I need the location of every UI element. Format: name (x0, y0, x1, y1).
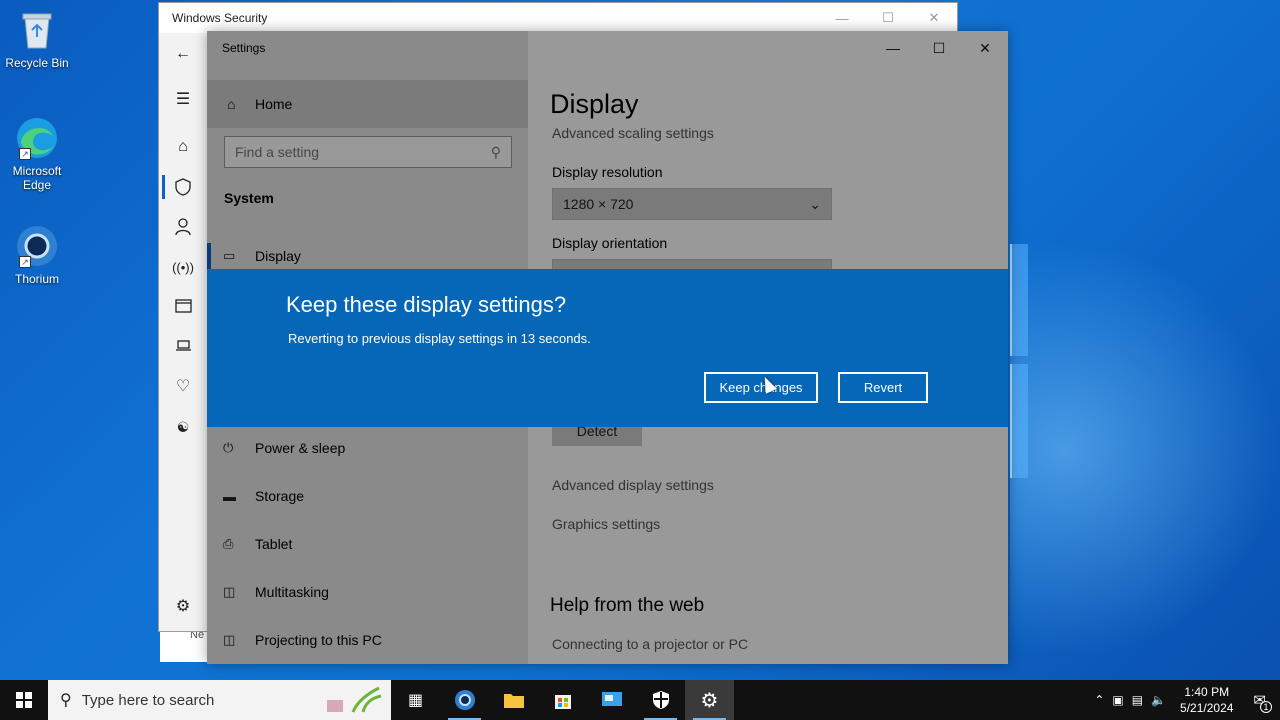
edge-icon: ↗ (15, 116, 59, 160)
remote-desktop-icon[interactable] (587, 680, 636, 720)
recycle-bin-icon (15, 8, 59, 52)
chevron-up-icon[interactable]: ⌃ (1090, 693, 1108, 707)
person-icon[interactable] (159, 210, 207, 244)
desktop-icon-thorium[interactable]: ↗ Thorium (1, 224, 73, 286)
heart-icon[interactable]: ♡ (159, 369, 207, 403)
thorium-icon[interactable] (440, 680, 489, 720)
laptop-icon[interactable] (159, 329, 207, 363)
search-icon: ⚲ (60, 692, 72, 709)
desktop-icon-label: Recycle Bin (5, 56, 69, 70)
settings-icon[interactable]: ⚙ (685, 680, 734, 720)
dialog-message: Reverting to previous display settings i… (288, 331, 591, 346)
shortcut-arrow-icon: ↗ (19, 256, 31, 268)
shortcut-arrow-icon: ↗ (19, 148, 31, 160)
clock-time: 1:40 PM (1184, 685, 1230, 699)
notification-center-icon[interactable]: ✉ 1 (1243, 691, 1280, 713)
windows-logo-icon (16, 692, 32, 708)
wireless-icon[interactable]: ((•)) (159, 250, 207, 284)
keep-changes-button[interactable]: Keep changes (704, 372, 818, 403)
home-icon[interactable]: ⌂ (159, 130, 207, 164)
keep-settings-dialog: Keep these display settings? Reverting t… (207, 269, 1008, 427)
app-browser-icon[interactable] (159, 289, 207, 323)
start-button[interactable] (0, 680, 48, 720)
file-explorer-icon[interactable] (489, 680, 538, 720)
desktop-icon-label: Microsoft Edge (12, 164, 62, 192)
wallpaper-logo-pane-bottom (1010, 364, 1028, 478)
taskbar-search-box[interactable]: ⚲ Type here to search (48, 680, 391, 720)
family-icon[interactable]: ☯ (159, 410, 207, 444)
minimize-button[interactable]: — (819, 3, 865, 33)
clock-date: 5/21/2024 (1180, 701, 1234, 715)
dialog-title: Keep these display settings? (286, 292, 567, 317)
meet-now-icon[interactable]: ▣ (1108, 693, 1127, 707)
security-nav-rail: ← ☰ ⌂ ((•)) ♡ ☯ ⚙ (159, 33, 207, 631)
thorium-icon: ↗ (15, 224, 59, 268)
task-view-icon[interactable]: ▦ (391, 680, 440, 720)
back-arrow-icon[interactable]: ← (159, 37, 207, 71)
windows-security-icon[interactable] (636, 680, 685, 720)
desktop-icon-edge[interactable]: ↗ Microsoft Edge (1, 116, 73, 192)
wallpaper-glow (1010, 240, 1280, 660)
revert-button[interactable]: Revert (838, 372, 928, 403)
shield-icon[interactable] (159, 170, 207, 204)
store-icon[interactable] (538, 680, 587, 720)
volume-muted-icon[interactable]: 🔈 (1147, 693, 1170, 707)
desktop-icon-recycle-bin[interactable]: Recycle Bin (1, 8, 73, 70)
hamburger-icon[interactable]: ☰ (159, 82, 207, 116)
close-button[interactable]: ✕ (911, 3, 957, 33)
taskbar-search-placeholder: Type here to search (81, 691, 215, 709)
notification-badge: 1 (1260, 701, 1272, 713)
gear-icon[interactable]: ⚙ (159, 589, 207, 623)
network-icon[interactable]: ▤ (1128, 693, 1147, 707)
search-highlight-icon (327, 686, 382, 713)
taskbar: ⚲ Type here to search ▦ ⚙ ⌃ ▣ ▤ 🔈 1:40 P… (0, 680, 1280, 720)
background-window-fragment: Ne (160, 632, 210, 662)
system-tray: ⌃ ▣ ▤ 🔈 1:40 PM 5/21/2024 ✉ 1 (1090, 680, 1280, 720)
desktop-icon-label: Thorium (14, 272, 59, 286)
clock[interactable]: 1:40 PM 5/21/2024 (1170, 684, 1243, 716)
maximize-button[interactable]: ☐ (865, 3, 911, 33)
wallpaper-logo-pane-top (1010, 244, 1028, 356)
fragment-text: Ne (190, 632, 205, 641)
